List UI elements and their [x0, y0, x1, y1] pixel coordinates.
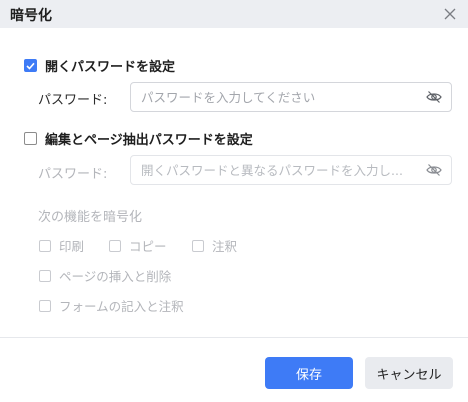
open-password-label: 開くパスワードを設定: [45, 60, 176, 75]
edit-password-box: [130, 155, 452, 185]
open-password-field-label: パスワード:: [38, 93, 108, 108]
dialog-title: 暗号化: [10, 8, 52, 24]
option-insert-delete-pages[interactable]: ページの挿入と削除: [39, 266, 171, 285]
option-annotate[interactable]: 注釈: [192, 236, 237, 255]
close-icon: [444, 8, 456, 20]
insert-delete-checkbox[interactable]: [39, 269, 51, 282]
save-button[interactable]: 保存: [265, 357, 353, 389]
title-bar: 暗号化: [0, 0, 468, 28]
edit-password-field-label: パスワード:: [38, 167, 108, 182]
insert-delete-label: ページの挿入と削除: [59, 269, 172, 284]
edit-password-checkbox[interactable]: [24, 132, 37, 145]
fill-forms-label: フォームの記入と注釈: [59, 299, 184, 314]
cancel-button[interactable]: キャンセル: [365, 357, 453, 389]
edit-password-label: 編集とページ抽出パスワードを設定: [45, 133, 253, 148]
edit-password-input[interactable]: [141, 156, 411, 184]
print-label: 印刷: [59, 239, 85, 254]
option-print[interactable]: 印刷: [39, 236, 84, 255]
annotate-label: 注釈: [212, 239, 238, 254]
eye-slash-icon[interactable]: [426, 90, 442, 104]
edit-password-option[interactable]: 編集とページ抽出パスワードを設定: [24, 129, 253, 148]
open-password-option[interactable]: 開くパスワードを設定: [24, 56, 175, 75]
print-checkbox[interactable]: [39, 239, 51, 252]
checkmark-icon: [26, 62, 35, 70]
annotate-checkbox[interactable]: [192, 239, 204, 252]
close-button[interactable]: [440, 4, 460, 24]
encrypt-features-label: 次の機能を暗号化: [38, 210, 143, 225]
eye-slash-icon[interactable]: [426, 163, 442, 177]
copy-checkbox[interactable]: [109, 239, 121, 252]
copy-label: コピー: [129, 239, 167, 254]
footer-divider: [0, 337, 468, 338]
open-password-box: [130, 82, 452, 112]
option-fill-forms[interactable]: フォームの記入と注釈: [39, 296, 184, 315]
fill-forms-checkbox[interactable]: [39, 299, 51, 312]
option-copy[interactable]: コピー: [109, 236, 167, 255]
encryption-dialog: 暗号化 開くパスワードを設定 パスワード: 編集とページ抽出パスワードを設定 パ…: [0, 0, 468, 402]
open-password-checkbox[interactable]: [24, 59, 37, 72]
open-password-input[interactable]: [141, 83, 411, 111]
